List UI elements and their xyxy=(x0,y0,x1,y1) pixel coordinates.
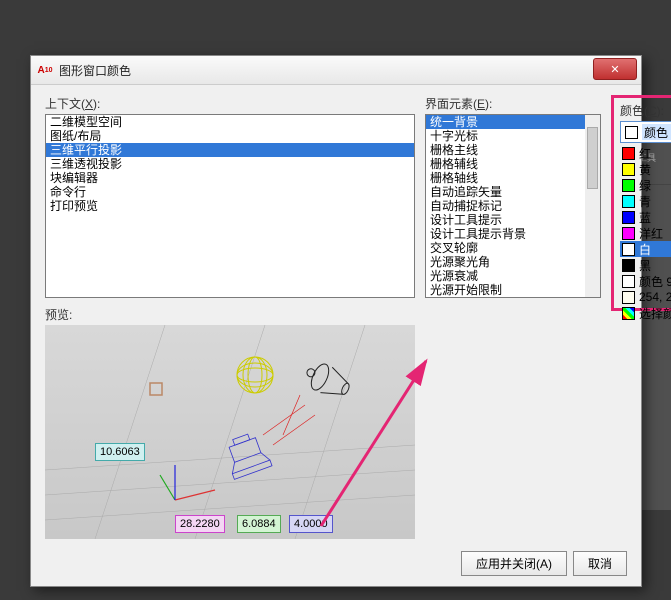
close-button[interactable]: ✕ xyxy=(593,58,637,80)
color-swatch xyxy=(622,307,635,320)
context-label: 上下文(X): xyxy=(45,95,415,112)
element-item[interactable]: 统一背景 xyxy=(426,115,600,129)
element-item[interactable]: 光源衰减 xyxy=(426,269,600,283)
current-swatch xyxy=(625,126,638,139)
element-item[interactable]: 自动追踪矢量 xyxy=(426,185,600,199)
close-icon: ✕ xyxy=(610,63,619,76)
element-column: 界面元素(E): 统一背景十字光标栅格主线栅格辅线栅格轴线自动追踪矢量自动捕捉标… xyxy=(425,95,601,539)
color-name: 红 xyxy=(639,145,651,162)
color-panel: 颜色(C): 颜色 9 ▾ 红黄绿青蓝洋红白黑颜色 9254, 252, 240… xyxy=(611,95,671,311)
context-item[interactable]: 二维模型空间 xyxy=(46,115,414,129)
context-column: 上下文(X): 二维模型空间图纸/布局三维平行投影三维透视投影块编辑器命令行打印… xyxy=(45,95,415,539)
context-item[interactable]: 打印预览 xyxy=(46,199,414,213)
color-item[interactable]: 红 xyxy=(620,145,671,161)
color-item[interactable]: 254, 252, 240 xyxy=(620,289,671,305)
context-listbox[interactable]: 二维模型空间图纸/布局三维平行投影三维透视投影块编辑器命令行打印预览 xyxy=(45,114,415,298)
color-item[interactable]: 黄 xyxy=(620,161,671,177)
color-name: 选择颜色... xyxy=(639,305,671,322)
color-name: 洋红 xyxy=(639,225,663,242)
color-item[interactable]: 洋红 xyxy=(620,225,671,241)
dialog-title: 图形窗口颜色 xyxy=(59,62,131,79)
color-name: 蓝 xyxy=(639,209,651,226)
color-column: 颜色(C): 颜色 9 ▾ 红黄绿青蓝洋红白黑颜色 9254, 252, 240… xyxy=(611,95,671,539)
color-item[interactable]: 白 xyxy=(620,241,671,257)
color-name: 青 xyxy=(639,193,651,210)
preview-dim-a: 28.2280 xyxy=(175,515,225,533)
color-item[interactable]: 青 xyxy=(620,193,671,209)
button-bar: 应用并关闭(A) 取消 xyxy=(461,551,627,576)
color-item[interactable]: 选择颜色... xyxy=(620,305,671,321)
wire-globe xyxy=(237,357,273,393)
context-item[interactable]: 图纸/布局 xyxy=(46,129,414,143)
element-item[interactable]: 光源聚光角 xyxy=(426,255,600,269)
color-swatch xyxy=(622,291,635,304)
preview-svg xyxy=(45,325,415,539)
red-lines xyxy=(263,395,315,445)
color-item[interactable]: 蓝 xyxy=(620,209,671,225)
color-swatch xyxy=(622,163,635,176)
element-item[interactable]: 交叉轮廓 xyxy=(426,241,600,255)
color-swatch xyxy=(622,195,635,208)
color-item[interactable]: 黑 xyxy=(620,257,671,273)
scrollbar[interactable] xyxy=(585,115,600,297)
wire-horn xyxy=(301,358,354,402)
preview-dim-b: 6.0884 xyxy=(237,515,281,533)
color-item[interactable]: 颜色 9 xyxy=(620,273,671,289)
app-icon: A10 xyxy=(37,62,53,78)
preview-dim-c: 4.0000 xyxy=(289,515,333,533)
wire-camera xyxy=(221,430,272,479)
color-name: 绿 xyxy=(639,177,651,194)
color-item[interactable]: 绿 xyxy=(620,177,671,193)
color-name: 颜色 9 xyxy=(639,273,671,290)
element-item[interactable]: 光源结束限制 xyxy=(426,297,600,298)
color-name: 黄 xyxy=(639,161,651,178)
content-area: 上下文(X): 二维模型空间图纸/布局三维平行投影三维透视投影块编辑器命令行打印… xyxy=(31,85,641,549)
preview-viewport: 10.6063 28.2280 6.0884 4.0000 xyxy=(45,325,415,539)
element-item[interactable]: 设计工具提示背景 xyxy=(426,227,600,241)
apply-close-button[interactable]: 应用并关闭(A) xyxy=(461,551,567,576)
element-item[interactable]: 自动捕捉标记 xyxy=(426,199,600,213)
color-name: 白 xyxy=(639,241,651,258)
context-item[interactable]: 三维透视投影 xyxy=(46,157,414,171)
color-dropdown-list[interactable]: 红黄绿青蓝洋红白黑颜色 9254, 252, 240选择颜色... xyxy=(620,145,671,321)
context-item[interactable]: 块编辑器 xyxy=(46,171,414,185)
element-label: 界面元素(E): xyxy=(425,95,601,112)
marker-square xyxy=(150,383,162,395)
color-swatch xyxy=(622,259,635,272)
color-swatch xyxy=(622,227,635,240)
titlebar: A10 图形窗口颜色 ✕ xyxy=(31,56,641,85)
current-color-text: 颜色 9 xyxy=(642,124,671,140)
color-swatch xyxy=(622,243,635,256)
context-item[interactable]: 命令行 xyxy=(46,185,414,199)
element-item[interactable]: 十字光标 xyxy=(426,129,600,143)
color-combobox[interactable]: 颜色 9 ▾ xyxy=(620,121,671,143)
color-name: 黑 xyxy=(639,257,651,274)
element-item[interactable]: 栅格轴线 xyxy=(426,171,600,185)
context-item[interactable]: 三维平行投影 xyxy=(46,143,414,157)
color-swatch xyxy=(622,147,635,160)
cancel-button[interactable]: 取消 xyxy=(573,551,627,576)
color-swatch xyxy=(622,275,635,288)
preview-dim-z: 10.6063 xyxy=(95,443,145,461)
color-name: 254, 252, 240 xyxy=(639,290,671,304)
element-item[interactable]: 光源开始限制 xyxy=(426,283,600,297)
element-item[interactable]: 设计工具提示 xyxy=(426,213,600,227)
element-item[interactable]: 栅格辅线 xyxy=(426,157,600,171)
color-dialog: A10 图形窗口颜色 ✕ 上下文(X): 二维模型空间图纸/布局三维平行投影三维… xyxy=(30,55,642,587)
color-label: 颜色(C): xyxy=(620,102,671,119)
element-listbox[interactable]: 统一背景十字光标栅格主线栅格辅线栅格轴线自动追踪矢量自动捕捉标记设计工具提示设计… xyxy=(425,114,601,298)
scrollbar-thumb[interactable] xyxy=(587,127,598,189)
preview-label: 预览: xyxy=(45,306,415,323)
color-swatch xyxy=(622,211,635,224)
color-swatch xyxy=(622,179,635,192)
element-item[interactable]: 栅格主线 xyxy=(426,143,600,157)
